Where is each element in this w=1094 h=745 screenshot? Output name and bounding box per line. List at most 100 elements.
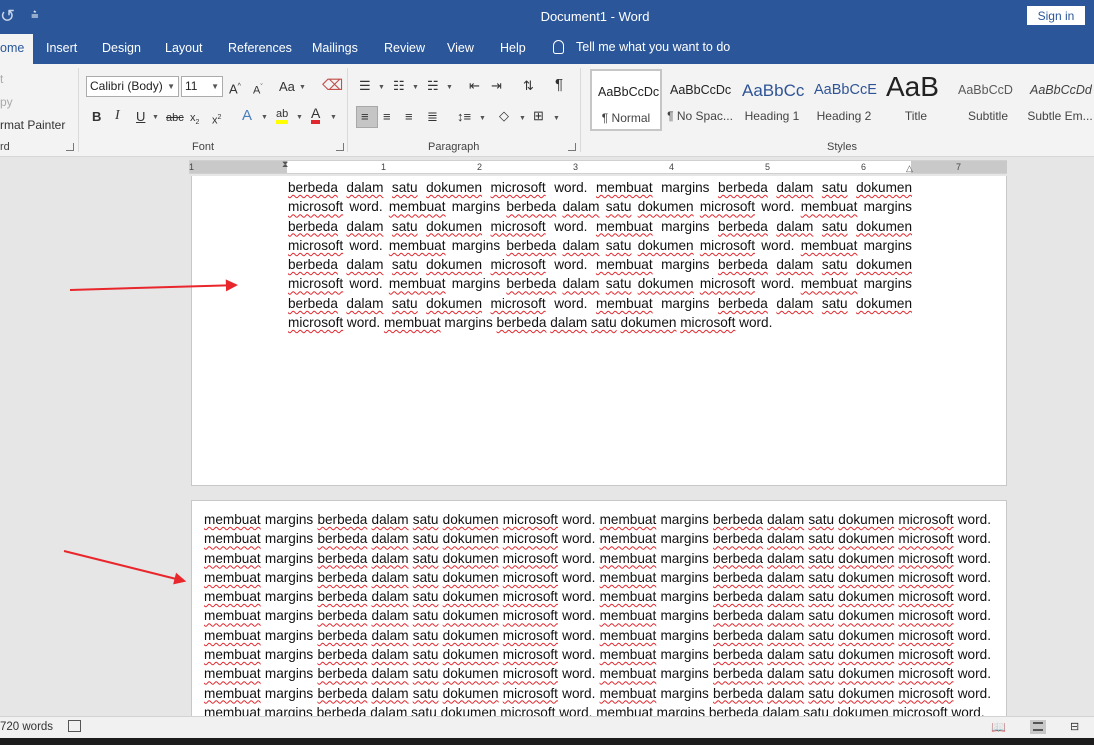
style-normal[interactable]: AaBbCcDc ¶ Normal <box>590 69 662 131</box>
italic-icon[interactable]: I <box>115 108 120 124</box>
chevron-down-icon: ▼ <box>261 114 268 121</box>
divider <box>78 68 79 152</box>
tab-mailings[interactable]: Mailings <box>312 41 358 55</box>
paragraph-group-label: Paragraph <box>428 141 480 153</box>
ruler-number: 1 <box>189 162 195 172</box>
word-count[interactable]: 720 words <box>0 721 53 733</box>
document-area: berbeda dalam satu dokumen microsoft wor… <box>0 176 1094 716</box>
page-2-text[interactable]: membuat margins berbeda dalam satu dokum… <box>204 510 991 716</box>
tab-home[interactable]: ome <box>0 34 33 65</box>
numbering-icon[interactable]: ☷ <box>393 78 405 94</box>
font-launcher-icon[interactable] <box>336 143 344 151</box>
format-painter-button[interactable]: rmat Painter <box>0 118 65 132</box>
style-subtitle[interactable]: AaBbCcD Subtitle <box>952 69 1024 131</box>
underline-icon[interactable]: U <box>136 109 145 125</box>
style-heading-1[interactable]: AaBbCc Heading 1 <box>736 69 808 131</box>
web-layout-icon[interactable]: ⊟ <box>1070 720 1086 734</box>
style-name: ¶ Normal <box>601 111 651 125</box>
subscript-icon[interactable]: x2 <box>190 110 199 131</box>
ruler-number: 4 <box>669 162 675 172</box>
tab-design[interactable]: Design <box>102 41 141 55</box>
clipboard-group-label: rd <box>0 141 10 153</box>
style-preview: AaBbCcDc <box>598 85 660 99</box>
borders-icon[interactable]: ⊞ <box>533 108 544 124</box>
ruler-number: 2 <box>477 162 483 172</box>
font-color-icon[interactable]: A <box>311 106 321 124</box>
ruler-number: 6 <box>861 162 867 172</box>
ruler-left-margin <box>190 161 287 173</box>
chevron-down-icon: ▼ <box>446 84 453 91</box>
font-size-combo[interactable]: 11 ▼ <box>181 76 223 97</box>
clipboard-launcher-icon[interactable] <box>66 143 74 151</box>
change-case-icon[interactable]: Aa <box>279 79 295 95</box>
document-title: Document1 - Word <box>540 9 650 24</box>
tab-layout[interactable]: Layout <box>165 41 203 55</box>
shading-icon[interactable]: ◇ <box>499 108 509 124</box>
copy-button[interactable]: py <box>0 95 13 109</box>
style-title[interactable]: AaB Title <box>880 69 952 131</box>
ruler-number: 7 <box>956 162 962 172</box>
tab-review[interactable]: Review <box>384 41 425 55</box>
horizontal-ruler[interactable]: 1 1 2 3 4 5 6 7 ⧗ △ <box>189 159 1007 174</box>
sign-in-button[interactable]: Sign in <box>1027 6 1085 25</box>
print-layout-icon[interactable] <box>1030 720 1046 734</box>
styles-gallery: AaBbCcDc ¶ Normal AaBbCcDc ¶ No Spac... … <box>588 69 1094 132</box>
shrink-font-icon[interactable]: Aˇ <box>253 80 263 99</box>
style-name: Heading 1 <box>744 109 800 123</box>
red-arrow-annotation <box>63 550 185 582</box>
show-formatting-marks-icon[interactable]: ¶ <box>555 77 563 93</box>
highlight-icon[interactable]: ab <box>276 108 289 124</box>
style-no-spacing[interactable]: AaBbCcDc ¶ No Spac... <box>664 69 736 131</box>
multilevel-list-icon[interactable]: ☵ <box>427 78 439 94</box>
chevron-down-icon: ▼ <box>330 114 337 121</box>
paragraph-launcher-icon[interactable] <box>568 143 576 151</box>
increase-indent-icon[interactable]: ⇥ <box>491 78 502 94</box>
chevron-down-icon: ▼ <box>167 82 175 91</box>
tell-me-box[interactable]: Tell me what you want to do <box>553 40 730 54</box>
superscript-icon[interactable]: x2 <box>212 110 221 129</box>
grow-font-icon[interactable]: A^ <box>229 79 241 97</box>
style-subtle-emphasis[interactable]: AaBbCcDd Subtle Em... <box>1024 69 1094 131</box>
page-1-text[interactable]: berbeda dalam satu dokumen microsoft wor… <box>288 178 912 332</box>
decrease-indent-icon[interactable]: ⇤ <box>469 78 480 94</box>
clear-formatting-icon[interactable]: ⌫ <box>322 78 343 94</box>
style-name: ¶ No Spac... <box>667 109 733 123</box>
tab-references[interactable]: References <box>228 41 292 55</box>
indent-marker-icon[interactable]: ⧗ <box>282 159 288 170</box>
right-indent-marker-icon[interactable]: △ <box>906 163 913 174</box>
style-preview: AaBbCcD <box>958 83 1013 97</box>
chevron-down-icon: ▼ <box>299 84 306 91</box>
proofing-icon[interactable] <box>68 720 81 732</box>
style-heading-2[interactable]: AaBbCcE Heading 2 <box>808 69 880 131</box>
justify-icon[interactable]: ≣ <box>427 109 438 125</box>
status-bar: 720 words 📖 ⊟ <box>0 716 1094 738</box>
tab-view[interactable]: View <box>447 41 474 55</box>
chevron-down-icon: ▼ <box>152 114 159 121</box>
tab-help[interactable]: Help <box>500 41 526 55</box>
style-preview: AaBbCc <box>742 81 805 100</box>
cut-button[interactable]: t <box>0 72 3 86</box>
style-name: Subtitle <box>967 109 1009 123</box>
line-spacing-icon[interactable]: ↕≡ <box>457 109 471 125</box>
sort-icon[interactable]: ⇅ <box>523 78 534 94</box>
style-preview: AaBbCcDc <box>670 83 732 97</box>
style-preview: AaBbCcE <box>814 82 877 98</box>
text-effects-icon[interactable]: A <box>242 108 252 124</box>
style-preview: AaBbCcDd <box>1030 83 1092 97</box>
taskbar <box>0 738 1094 745</box>
ruler-number: 1 <box>381 162 387 172</box>
chevron-down-icon: ▼ <box>296 114 303 121</box>
align-right-icon[interactable]: ≡ <box>405 109 413 125</box>
bold-icon[interactable]: B <box>92 109 101 125</box>
tab-insert[interactable]: Insert <box>46 41 77 55</box>
align-left-icon[interactable]: ≡ <box>361 109 369 125</box>
font-name-value: Calibri (Body) <box>90 79 163 93</box>
style-preview: AaB <box>886 71 939 102</box>
chevron-down-icon: ▼ <box>519 115 526 122</box>
strikethrough-icon[interactable]: abc <box>166 110 184 126</box>
align-center-icon[interactable]: ≡ <box>383 109 391 125</box>
read-mode-icon[interactable]: 📖 <box>991 720 1007 734</box>
font-group-label: Font <box>192 141 215 153</box>
bullets-icon[interactable]: ☰ <box>359 78 371 94</box>
font-name-combo[interactable]: Calibri (Body) ▼ <box>86 76 179 97</box>
